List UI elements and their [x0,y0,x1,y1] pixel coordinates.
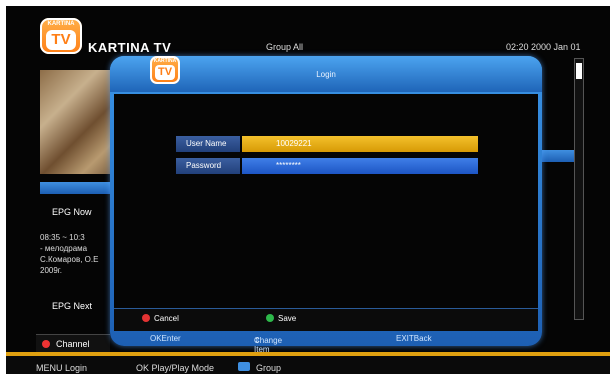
logo-big-text: TV [46,30,76,50]
dialog-help-bar: OKEnter ⇕ Change Item EXITBack [110,332,542,354]
channel-highlight-bar [40,182,120,194]
epg-now-label: EPG Now [52,207,92,217]
scrollbar[interactable] [574,58,584,320]
save-label: Save [278,314,297,323]
password-label: Password [176,158,240,174]
clock: 02:20 2000 Jan 01 [506,42,581,52]
green-dot-icon [266,314,274,322]
outer-frame: KARTINA TV KARTINA TV Group All 02:20 20… [0,0,616,380]
brand-title: KARTINA TV [88,40,172,55]
cancel-button[interactable]: Cancel [142,314,179,326]
save-button[interactable]: Save [266,314,296,326]
username-field[interactable]: 10029221 [242,136,478,152]
group-hint[interactable]: Group [256,363,281,373]
dialog-body [114,94,538,308]
menu-login-hint[interactable]: MENU Login [36,363,87,373]
channel-tab[interactable]: Channel [36,334,110,353]
red-dot-icon [142,314,150,322]
bottom-hint-strip: MENU Login OK Play/Play Mode Group [6,356,610,374]
ok-enter-hint[interactable]: OKEnter [150,334,181,343]
username-label: User Name [176,136,240,152]
dialog-title: Login [316,70,336,79]
group-header: Group All [266,42,304,52]
dialog-footer: Cancel Save [114,308,538,331]
folder-icon [238,362,250,371]
password-field[interactable]: ******** [242,158,478,174]
epg-next-label: EPG Next [52,301,93,311]
channel-tab-label: Channel [56,339,90,349]
tv-screen: KARTINA TV KARTINA TV Group All 02:20 20… [6,6,610,374]
exit-back-hint[interactable]: EXITBack [396,334,432,343]
logo-small-text: KARTINA [47,21,75,27]
play-mode-hint[interactable]: OK Play/Play Mode [136,363,214,373]
change-item-label: Change Item [254,336,283,354]
cancel-label: Cancel [154,314,179,323]
red-dot-icon [42,340,50,348]
dialog-logo-small: KARTINA [153,58,177,64]
scrollbar-thumb[interactable] [576,63,582,79]
kartina-logo: KARTINA TV [40,18,82,54]
